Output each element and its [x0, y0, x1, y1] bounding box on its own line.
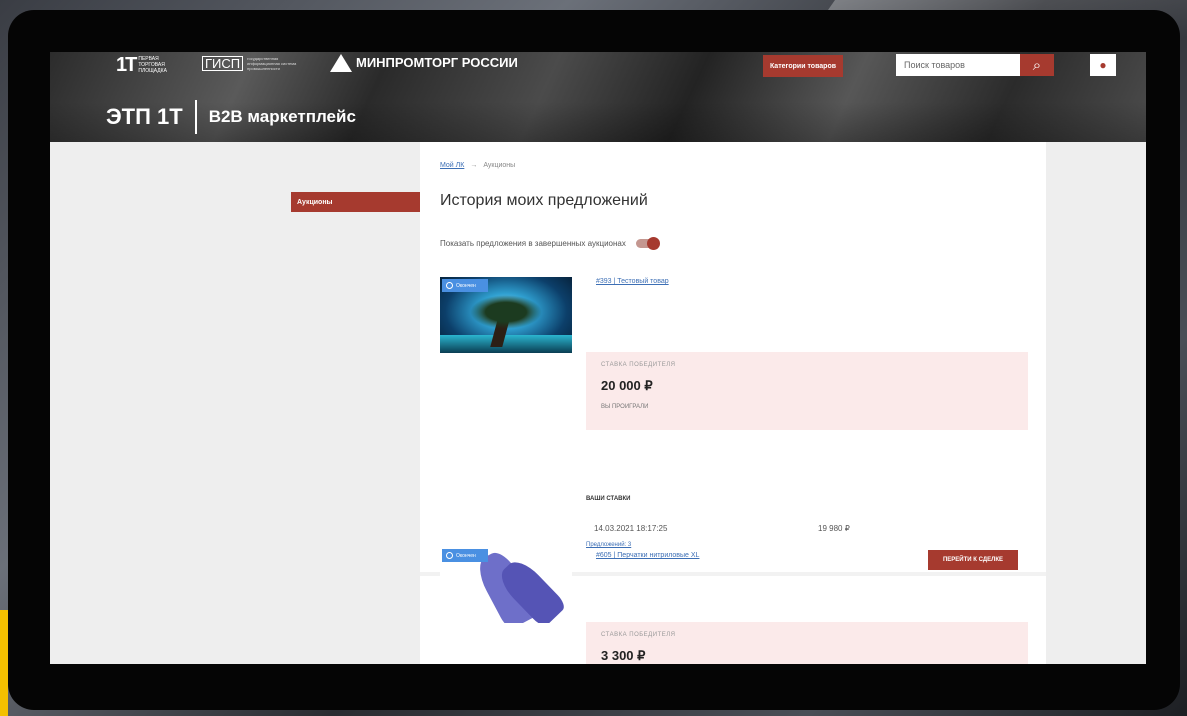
clock-icon	[446, 552, 453, 559]
logo-first-trading[interactable]: 1Т ПЕРВАЯ ТОРГОВАЯ ПЛОЩАДКА	[116, 55, 172, 75]
lot-image[interactable]: Окончен	[440, 547, 572, 623]
brand-divider	[194, 100, 197, 134]
badge-label: Окончен	[456, 282, 476, 289]
winner-price: 20 000 ₽	[601, 378, 653, 393]
breadcrumb-arrow-icon: →	[470, 162, 478, 169]
logo-mark: 1Т	[116, 54, 137, 76]
background: 1Т ПЕРВАЯ ТОРГОВАЯ ПЛОЩАДКА ГИСП государ…	[0, 0, 1187, 716]
winner-label: СТАВКА ПОБЕДИТЕЛЯ	[601, 362, 676, 368]
browser-screen: 1Т ПЕРВАЯ ТОРГОВАЯ ПЛОЩАДКА ГИСП государ…	[50, 52, 1146, 664]
bids-count-link[interactable]: Предложений: 3	[586, 542, 631, 548]
status-badge: Окончен	[442, 279, 488, 292]
logo-text: государственная информационная система п…	[247, 56, 297, 71]
categories-button[interactable]: Категории товаров	[763, 55, 843, 77]
winner-label: СТАВКА ПОБЕДИТЕЛЯ	[601, 632, 676, 638]
bid-date: 14.03.2021 18:17:25	[594, 524, 668, 533]
breadcrumb-root[interactable]: Мой ЛК	[440, 162, 464, 169]
result-status: ВЫ ПРОИГРАЛИ	[601, 404, 649, 410]
breadcrumb-current: Аукционы	[483, 162, 516, 169]
image-water	[440, 335, 572, 353]
bid-amount: 19 980 ₽	[818, 524, 850, 533]
winner-box: СТАВКА ПОБЕДИТЕЛЯ 20 000 ₽ ВЫ ПРОИГРАЛИ	[586, 352, 1028, 430]
status-badge: Окончен	[442, 549, 488, 562]
triangle-logo-icon	[330, 54, 352, 72]
sidebar-item-auctions[interactable]: Аукционы	[291, 192, 420, 212]
logo-mark: ГИСП	[202, 56, 244, 71]
logo-minpromtorg[interactable]: МИНПРОМТОРГ РОССИИ	[330, 54, 518, 72]
page-title: История моих предложений	[440, 192, 648, 209]
logo-text: МИНПРОМТОРГ РОССИИ	[356, 55, 518, 70]
clock-icon	[446, 282, 453, 289]
logo-gisp[interactable]: ГИСП государственная информационная сист…	[202, 56, 305, 71]
show-finished-toggle[interactable]	[635, 237, 660, 250]
lot-image[interactable]: Окончен	[440, 277, 572, 353]
winner-price: 3 300 ₽	[601, 648, 646, 663]
background-accent	[0, 610, 8, 716]
toggle-label: Показать предложения в завершенных аукци…	[440, 239, 626, 248]
lot-link[interactable]: #605 | Перчатки нитриловые XL	[596, 552, 699, 559]
search-icon[interactable]: ⌕	[1020, 54, 1054, 76]
bids-title: ВАШИ СТАВКИ	[586, 496, 631, 502]
brand-b2b: B2B маркетплейс	[208, 107, 356, 126]
badge-label: Окончен	[456, 552, 476, 559]
main-content: Мой ЛК → Аукционы История моих предложен…	[420, 142, 1046, 664]
lot-link[interactable]: #393 | Тестовый товар	[596, 278, 669, 285]
show-finished-toggle-row: Показать предложения в завершенных аукци…	[440, 237, 660, 250]
logo-text: ПЕРВАЯ ТОРГОВАЯ ПЛОЩАДКА	[138, 56, 167, 74]
go-to-deal-button[interactable]: ПЕРЕЙТИ К СДЕЛКЕ	[928, 550, 1018, 570]
brand-etp: ЭТП 1Т	[106, 104, 183, 129]
brand[interactable]: ЭТП 1Т B2B маркетплейс	[106, 100, 356, 134]
user-icon[interactable]: ●	[1090, 54, 1116, 76]
search-input[interactable]: Поиск товаров	[896, 54, 1020, 76]
image-tree-crown	[470, 295, 542, 329]
winner-box: СТАВКА ПОБЕДИТЕЛЯ 3 300 ₽	[586, 622, 1028, 664]
breadcrumb: Мой ЛК → Аукционы	[440, 162, 515, 169]
